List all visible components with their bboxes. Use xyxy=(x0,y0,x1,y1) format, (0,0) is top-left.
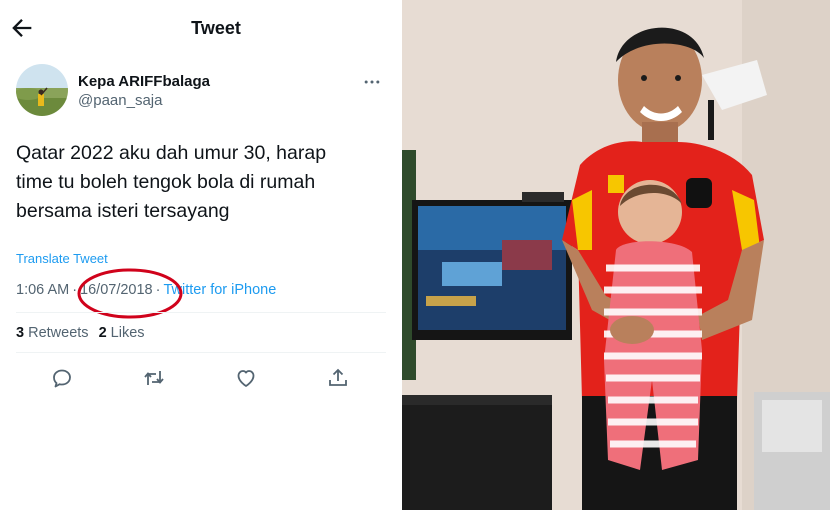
tweet-source-link[interactable]: Twitter for iPhone xyxy=(163,282,276,298)
divider xyxy=(16,312,386,313)
retweets-stat[interactable]: 3 Retweets xyxy=(16,325,89,341)
avatar[interactable] xyxy=(16,64,68,116)
page-title: Tweet xyxy=(191,18,241,38)
more-icon[interactable] xyxy=(362,72,382,92)
retweets-label: Retweets xyxy=(24,325,89,341)
likes-count: 2 xyxy=(98,325,107,341)
author-row: Kepa ARIFFbalaga @paan_saja xyxy=(16,64,386,118)
likes-stat[interactable]: 2 Likes xyxy=(99,325,145,341)
author-name[interactable]: Kepa ARIFFbalaga xyxy=(78,73,210,90)
translate-tweet-link[interactable]: Translate Tweet xyxy=(16,251,108,266)
tweet-time[interactable]: 1:06 AM xyxy=(16,282,69,298)
tweet-panel: Tweet Kepa ARIFFbalaga @paan_saja Qatar … xyxy=(0,0,402,510)
tweet-text-line: bersama isteri tersayang xyxy=(16,200,230,222)
photo-illustration xyxy=(402,0,830,510)
tweet-text: Qatar 2022 aku dah umur 30, harap time t… xyxy=(16,139,388,226)
retweets-count: 3 xyxy=(16,325,25,341)
tweet-date[interactable]: 16/07/2018 xyxy=(80,282,153,298)
retweet-icon[interactable] xyxy=(142,366,166,390)
photo-man-holding-baby xyxy=(402,0,830,510)
like-icon[interactable] xyxy=(234,366,258,390)
meta-separator: · xyxy=(155,282,161,298)
tweet-meta: 1:06 AM · 16/07/2018 · Twitter for iPhone xyxy=(16,282,276,298)
author-handle[interactable]: @paan_saja xyxy=(78,92,162,109)
tweet-text-line: Qatar 2022 aku dah umur 30, harap xyxy=(16,142,327,164)
tweet-text-line: time tu boleh tengok bola di rumah xyxy=(16,171,316,193)
tweet-stats: 3 Retweets 2 Likes xyxy=(16,325,145,341)
share-icon[interactable] xyxy=(326,366,350,390)
tweet-actions xyxy=(16,362,386,392)
meta-separator: · xyxy=(72,282,78,298)
reply-icon[interactable] xyxy=(50,366,74,390)
top-bar: Tweet xyxy=(0,0,402,56)
likes-label: Likes xyxy=(106,325,145,341)
divider xyxy=(16,352,386,353)
